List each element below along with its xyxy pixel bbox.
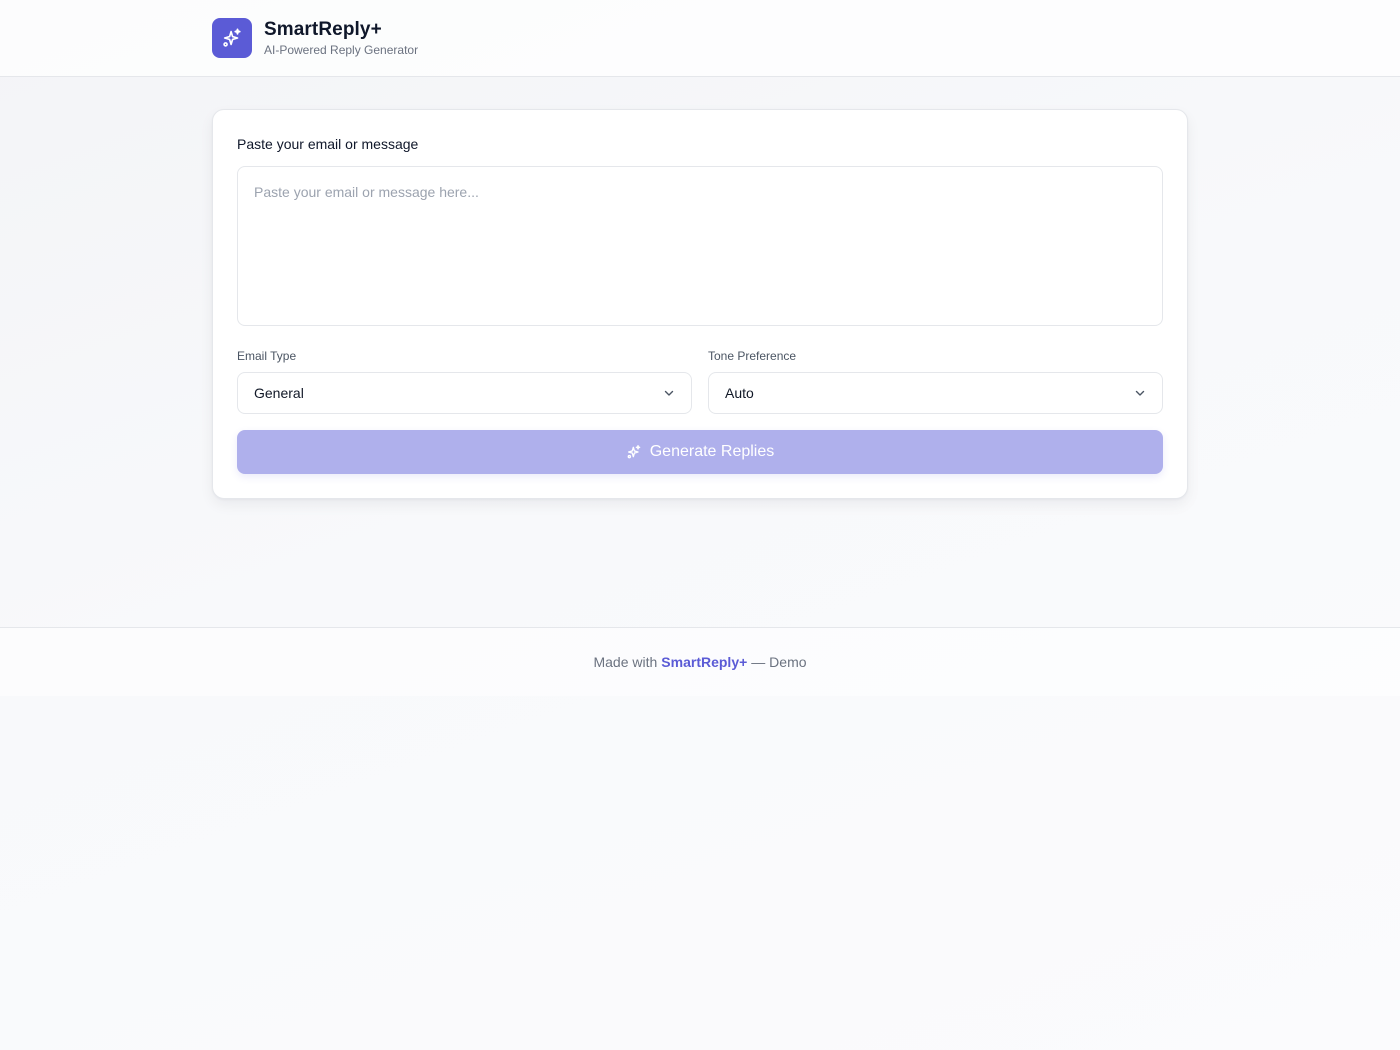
- tone-preference-value: Auto: [725, 385, 754, 401]
- brand: SmartReply+ AI-Powered Reply Generator: [212, 18, 418, 58]
- tone-preference-select[interactable]: Auto: [708, 372, 1163, 414]
- chevron-down-icon: [1134, 387, 1146, 399]
- footer-prefix: Made with: [593, 654, 658, 670]
- sparkles-icon: [212, 18, 252, 58]
- tone-preference-label: Tone Preference: [708, 349, 797, 363]
- message-label: Paste your email or message: [237, 136, 419, 152]
- chevron-down-icon: [663, 387, 675, 399]
- sparkles-icon: [626, 444, 642, 460]
- app-title: SmartReply+: [264, 19, 382, 40]
- generate-replies-button[interactable]: Generate Replies: [237, 430, 1163, 474]
- email-type-value: General: [254, 385, 304, 401]
- app-subtitle: AI-Powered Reply Generator: [264, 43, 419, 57]
- email-type-select[interactable]: General: [237, 372, 692, 414]
- footer-suffix: — Demo: [751, 654, 807, 670]
- generate-replies-label: Generate Replies: [649, 443, 775, 460]
- reply-form-card: Paste your email or message Email Type G…: [212, 109, 1188, 499]
- app-footer: Made with SmartReply+ — Demo: [0, 627, 1400, 696]
- footer-brand-link[interactable]: SmartReply+: [661, 654, 747, 670]
- message-textarea[interactable]: [237, 166, 1163, 326]
- email-type-label: Email Type: [237, 349, 297, 363]
- app-header: SmartReply+ AI-Powered Reply Generator: [0, 0, 1400, 77]
